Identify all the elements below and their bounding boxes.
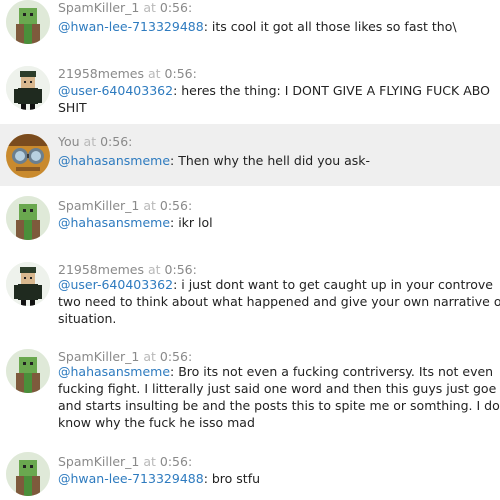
avatar[interactable] — [6, 262, 50, 306]
mention-link[interactable]: @hwan-lee-713329488 — [58, 471, 204, 486]
comment-header: 21958memes at 0:56: — [58, 66, 197, 81]
author-name[interactable]: 21958memes — [58, 66, 144, 81]
green-blocky-avatar-icon — [6, 196, 50, 240]
goggles-avatar-icon — [6, 134, 50, 178]
comment-text: @hwan-lee-713329488: its cool it got all… — [58, 19, 457, 34]
author-name[interactable]: SpamKiller_1 — [58, 454, 139, 469]
at-label: at — [148, 66, 161, 81]
timestamp[interactable]: 0:56: — [165, 262, 197, 277]
at-label: at — [83, 134, 97, 149]
comment-line: SHIT — [58, 100, 87, 115]
comment-line: heres the thing: I DONT GIVE A FLYING FU… — [181, 83, 490, 98]
dark-soldier-avatar-icon — [6, 66, 50, 110]
timestamp[interactable]: 0:56: — [160, 0, 192, 15]
avatar[interactable] — [6, 0, 50, 44]
comment-text: @hahasansmeme: Bro its not even a fuckin… — [58, 364, 500, 430]
comment-line: Then why the hell did you ask- — [178, 153, 371, 168]
comment-item: 21958memes at 0:56: @user-640403362: her… — [0, 58, 500, 120]
comment-line: Bro its not even a fucking contriversy. … — [178, 364, 494, 379]
avatar[interactable] — [6, 66, 50, 110]
author-name[interactable]: You — [58, 134, 80, 149]
avatar[interactable] — [6, 134, 50, 178]
comment-item: SpamKiller_1 at 0:56: @hahasansmeme: ikr… — [0, 196, 500, 252]
comment-item: SpamKiller_1 at 0:56: @hahasansmeme: Bro… — [0, 349, 500, 441]
green-blocky-avatar-icon — [6, 452, 50, 496]
mention-link[interactable]: @hahasansmeme — [58, 153, 170, 168]
comment-header: You at 0:56: — [58, 134, 132, 149]
comment-text: @user-640403362: heres the thing: I DONT… — [58, 83, 490, 115]
mention-link[interactable]: @user-640403362 — [58, 277, 173, 292]
dark-soldier-avatar-icon — [6, 262, 50, 306]
comment-line: ikr lol — [178, 215, 213, 230]
author-name[interactable]: SpamKiller_1 — [58, 349, 139, 364]
comment-header: SpamKiller_1 at 0:56: — [58, 349, 192, 364]
at-label: at — [148, 262, 161, 277]
at-label: at — [143, 454, 156, 469]
timestamp[interactable]: 0:56: — [160, 349, 192, 364]
comment-item: SpamKiller_1 at 0:56: @hwan-lee-71332948… — [0, 0, 500, 52]
comment-line: fucking fight. I litterally just said on… — [58, 381, 497, 396]
comment-item: 21958memes at 0:56: @user-640403362: i j… — [0, 262, 500, 342]
comment-header: SpamKiller_1 at 0:56: — [58, 0, 192, 15]
avatar[interactable] — [6, 452, 50, 496]
comment-line: and starts insulting be and the posts th… — [58, 398, 500, 413]
comment-header: 21958memes at 0:56: — [58, 262, 197, 277]
mention-link[interactable]: @hahasansmeme — [58, 215, 170, 230]
mention-link[interactable]: @hwan-lee-713329488 — [58, 19, 204, 34]
timestamp[interactable]: 0:56: — [160, 454, 192, 469]
mention-link[interactable]: @user-640403362 — [58, 83, 173, 98]
author-name[interactable]: SpamKiller_1 — [58, 198, 139, 213]
author-name[interactable]: SpamKiller_1 — [58, 0, 139, 15]
mention-link[interactable]: @hahasansmeme — [58, 364, 170, 379]
green-blocky-avatar-icon — [6, 0, 50, 44]
timestamp[interactable]: 0:56: — [160, 198, 192, 213]
author-name[interactable]: 21958memes — [58, 262, 144, 277]
avatar[interactable] — [6, 196, 50, 240]
comment-item: SpamKiller_1 at 0:56: @hwan-lee-71332948… — [0, 452, 500, 500]
comment-item-self: You at 0:56: @hahasansmeme: Then why the… — [0, 124, 500, 186]
comment-line: bro stfu — [211, 471, 261, 486]
comment-line: i just dont want to get caught up in you… — [181, 277, 493, 292]
comment-text: @user-640403362: i just dont want to get… — [58, 277, 500, 326]
avatar[interactable] — [6, 349, 50, 393]
comment-text: @hahasansmeme: ikr lol — [58, 215, 213, 230]
timestamp[interactable]: 0:56: — [165, 66, 197, 81]
comment-text: @hahasansmeme: Then why the hell did you… — [58, 153, 371, 168]
comment-header: SpamKiller_1 at 0:56: — [58, 454, 192, 469]
comment-line: its cool it got all those likes so fast … — [211, 19, 457, 34]
at-label: at — [143, 349, 156, 364]
timestamp[interactable]: 0:56: — [100, 134, 132, 149]
comment-line: situation. — [58, 311, 117, 326]
at-label: at — [143, 198, 156, 213]
green-blocky-avatar-icon — [6, 349, 50, 393]
comment-text: @hwan-lee-713329488: bro stfu — [58, 471, 261, 486]
at-label: at — [143, 0, 156, 15]
comment-line: two need to think about what happened an… — [58, 294, 500, 309]
comment-header: SpamKiller_1 at 0:56: — [58, 198, 192, 213]
comment-line: know why the fuck he isso mad — [58, 415, 255, 430]
